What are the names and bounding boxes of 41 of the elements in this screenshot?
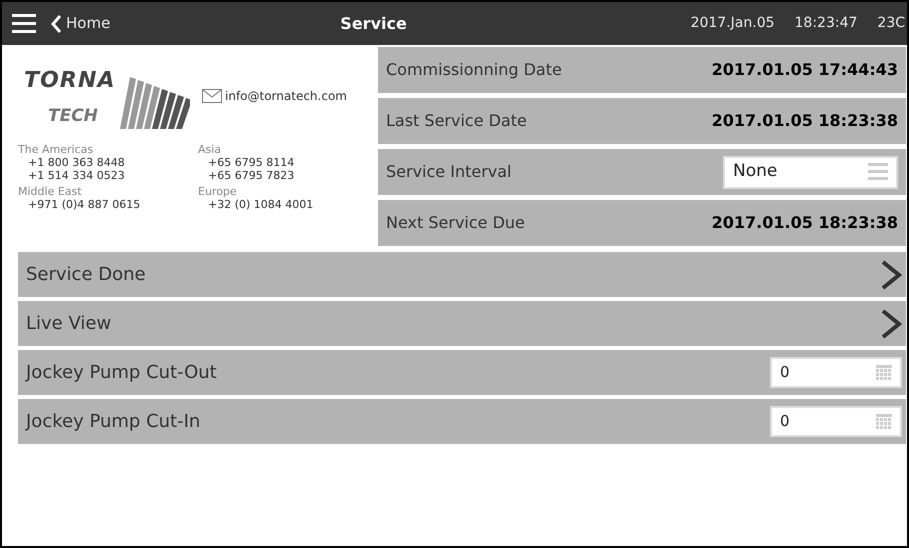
row-label: Service Done [26,263,146,287]
row-label: Jockey Pump Cut-Out [26,361,217,385]
phone-number: +971 (0)4 887 0615 [27,198,142,211]
region-name: Europe [198,185,238,198]
row-label: Service Interval [386,161,512,183]
temperature-text: 23C [877,14,905,33]
phone-number: +65 6795 7823 [207,169,296,182]
clock-text: 18:23:47 [794,14,858,33]
row-label: Live View [26,312,112,336]
chevron-left-icon [50,14,62,34]
row-label: Last Service Date [386,110,527,132]
row-label: Next Service Due [386,212,525,234]
company-logo: TORNA TECH [18,57,194,135]
email-text: info@tornatech.com [225,88,347,105]
menu-icon[interactable] [12,14,36,34]
keypad-icon [876,414,892,430]
date-value: 2017.01.05 18:23:38 [712,212,898,234]
settings-row[interactable]: Live View [18,301,906,346]
interval-select[interactable]: None [723,156,898,188]
list-icon [868,163,888,181]
date-value: 2017.01.05 17:44:43 [712,59,898,81]
region-name: Asia [198,143,222,156]
number-field[interactable]: 0 [770,357,902,388]
region-name: Middle East [18,185,83,198]
row-label: Commissionning Date [386,59,562,81]
phone-number: +1 514 334 0523 [27,169,126,182]
region-name: The Americas [18,143,94,156]
chevron-right-icon [880,308,902,340]
chevron-right-icon [880,258,902,290]
settings-row[interactable]: Service Done [18,252,906,297]
phone-number: +32 (0) 1084 4001 [207,198,314,211]
date-value: 2017.01.05 18:23:38 [712,110,898,132]
row-label: Jockey Pump Cut-In [26,410,200,434]
phone-number: +65 6795 8114 [207,156,296,169]
number-field[interactable]: 0 [770,406,902,437]
envelope-icon [202,89,222,103]
date-text: 2017.Jan.05 [690,14,775,33]
back-button[interactable]: Home [50,12,110,35]
keypad-icon [876,364,892,380]
phone-number: +1 800 363 8448 [27,156,126,169]
page-title: Service [340,12,407,34]
